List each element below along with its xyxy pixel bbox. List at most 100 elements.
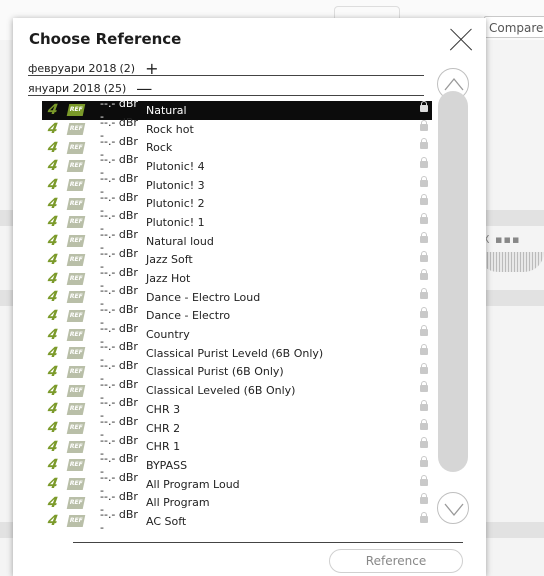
preset-g-icon: 4 <box>46 158 60 175</box>
ref-badge-icon: REF <box>66 197 86 210</box>
preset-g-icon: 4 <box>46 251 60 268</box>
preset-name: Rock <box>146 141 173 155</box>
group-header-january[interactable]: януари 2018 (25) — <box>28 81 152 97</box>
ref-badge-icon: REF <box>66 272 86 285</box>
ref-badge-icon: REF <box>66 291 86 304</box>
ref-badge-icon: REF <box>66 403 86 416</box>
lock-icon <box>420 418 428 430</box>
preset-g-icon: 4 <box>46 513 60 530</box>
lock-icon <box>420 437 428 449</box>
ref-badge-icon: REF <box>66 459 86 472</box>
preset-g-icon: 4 <box>46 139 60 156</box>
ref-badge-icon: REF <box>66 141 86 154</box>
ref-badge-icon: REF <box>66 179 86 192</box>
close-icon[interactable] <box>449 28 473 52</box>
choose-reference-dialog: Choose Reference февруари 2018 (2) + яну… <box>13 18 486 576</box>
background-slider-label: X ▪▪▪ <box>482 233 521 246</box>
lock-icon <box>420 250 428 262</box>
ref-badge-icon: REF <box>66 496 86 509</box>
preset-g-icon: 4 <box>46 382 60 399</box>
preset-name: Natural <box>146 103 187 117</box>
group-label: януари 2018 <box>28 82 101 95</box>
reference-list: 4 REF --.- dBr - Natural 4 REF --.- dBr - Rock … <box>42 97 432 534</box>
preset-g-icon: 4 <box>46 438 60 455</box>
preset-name: All Program Loud <box>146 477 240 491</box>
preset-g-icon: 4 <box>46 270 60 287</box>
lock-icon <box>420 287 428 299</box>
ref-badge-icon: REF <box>66 235 86 248</box>
preset-name: Plutonic! 3 <box>146 178 205 192</box>
reference-button[interactable]: Reference <box>329 549 463 573</box>
scroll-down-button[interactable] <box>437 492 469 524</box>
scrollbar-thumb[interactable] <box>438 91 468 472</box>
ref-badge-icon: REF <box>66 384 86 397</box>
lock-icon <box>420 175 428 187</box>
lock-icon <box>420 119 428 131</box>
preset-g-icon: 4 <box>46 476 60 493</box>
preset-name: Dance - Electro Loud <box>146 290 261 304</box>
lock-icon <box>420 493 428 505</box>
preset-g-icon: 4 <box>46 233 60 250</box>
lock-icon <box>420 101 428 112</box>
group-count: (2) <box>119 62 136 75</box>
lock-icon <box>420 456 428 468</box>
preset-g-icon: 4 <box>46 326 60 343</box>
preset-g-icon: 4 <box>46 363 60 380</box>
ref-badge-icon: REF <box>66 309 86 322</box>
ref-badge-icon: REF <box>66 365 86 378</box>
level-text: --.- dBr - <box>100 508 138 535</box>
preset-name: Rock hot <box>146 122 194 136</box>
lock-icon <box>420 138 428 150</box>
lock-icon <box>420 213 428 225</box>
expand-icon[interactable]: + <box>145 61 158 77</box>
chevron-down-icon <box>444 503 464 517</box>
ref-badge-icon: REF <box>66 253 86 266</box>
lock-icon <box>420 400 428 411</box>
lock-icon <box>420 231 428 243</box>
preset-g-icon: 4 <box>46 345 60 362</box>
ref-badge-icon: REF <box>66 440 86 453</box>
reference-row[interactable]: 4 REF --.- dBr - AC Soft <box>42 508 432 534</box>
preset-g-icon: 4 <box>46 420 60 437</box>
preset-g-icon: 4 <box>46 289 60 306</box>
preset-g-icon: 4 <box>46 457 60 474</box>
compare-button[interactable]: Compare <box>484 16 544 38</box>
lock-icon <box>420 343 428 355</box>
preset-name: Country <box>146 328 190 342</box>
preset-g-icon: 4 <box>46 177 60 194</box>
group-header-february[interactable]: февруари 2018 (2) + <box>28 61 159 77</box>
preset-g-icon: 4 <box>46 214 60 231</box>
preset-name: Jazz Hot <box>146 272 191 286</box>
preset-name: Classical Purist (6B Only) <box>146 365 284 379</box>
ref-badge-icon: REF <box>66 478 86 491</box>
lock-icon <box>420 306 428 318</box>
ref-badge-icon: REF <box>66 422 86 435</box>
group-label: февруари 2018 <box>28 62 117 75</box>
dialog-title: Choose Reference <box>29 30 182 48</box>
preset-name: Natural loud <box>146 234 214 248</box>
group-divider <box>28 75 424 76</box>
ref-badge-icon: REF <box>66 160 86 173</box>
preset-name: CHR 3 <box>146 402 181 416</box>
preset-name: Plutonic! 4 <box>146 159 205 173</box>
ref-badge-icon: REF <box>66 123 86 136</box>
preset-name: CHR 2 <box>146 421 181 435</box>
ref-badge-icon: REF <box>66 328 86 341</box>
lock-icon <box>420 157 428 169</box>
preset-name: Dance - Electro <box>146 309 231 323</box>
preset-name: Plutonic! 2 <box>146 197 205 211</box>
preset-name: All Program <box>146 496 210 510</box>
group-count: (25) <box>103 82 127 95</box>
preset-g-icon: 4 <box>46 102 60 119</box>
ref-badge-icon: REF <box>66 216 86 229</box>
ref-badge-icon: REF <box>66 515 86 528</box>
collapse-icon[interactable]: — <box>136 81 152 97</box>
ref-badge-icon: REF <box>66 104 86 117</box>
background-knob[interactable] <box>478 252 544 272</box>
preset-g-icon: 4 <box>46 307 60 324</box>
preset-name: Classical Purist Leveld (6B Only) <box>146 346 324 360</box>
ref-badge-icon: REF <box>66 347 86 360</box>
lock-icon <box>420 362 428 374</box>
footer-divider <box>73 542 463 543</box>
preset-g-icon: 4 <box>46 195 60 212</box>
